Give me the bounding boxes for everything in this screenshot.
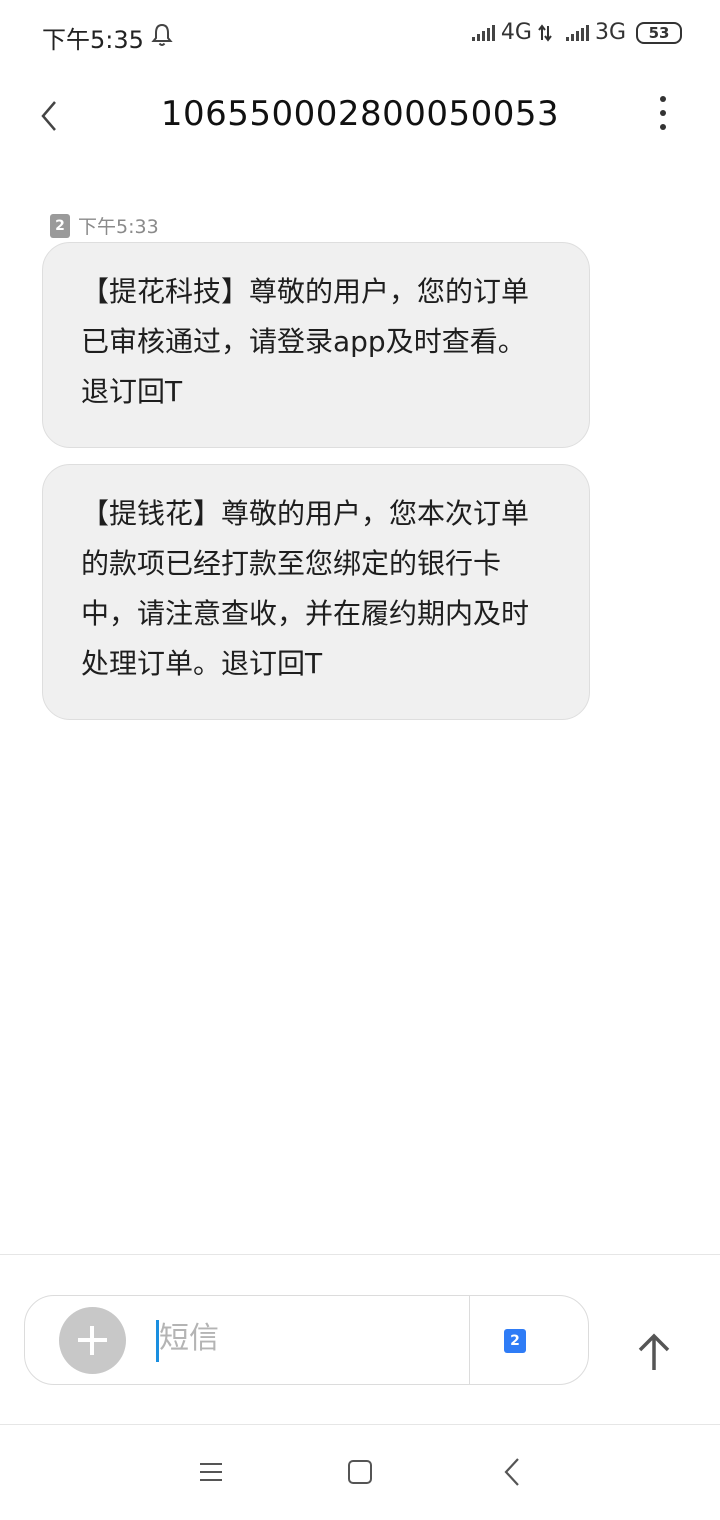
- nav-back-icon[interactable]: [503, 1457, 521, 1487]
- network-type-1: 4G: [500, 20, 532, 45]
- status-bar: 下午5:35 4G 3G 53: [0, 0, 720, 70]
- message-time: 下午5:33: [78, 216, 159, 238]
- send-up-arrow-icon[interactable]: [632, 1330, 676, 1374]
- battery-level: 53: [648, 23, 670, 42]
- signal-strength-icon: [471, 24, 495, 41]
- data-transfer-icon: [538, 23, 552, 42]
- conversation-header: 106550002800050053: [0, 80, 720, 152]
- network-type-2: 3G: [594, 20, 626, 45]
- battery-icon: 53: [636, 21, 682, 44]
- message-meta: 2 下午5:33: [50, 212, 159, 239]
- add-attachment-button[interactable]: [59, 1307, 126, 1374]
- divider: [469, 1296, 470, 1384]
- system-nav-bar: [0, 1425, 720, 1520]
- status-time: 下午5:35: [42, 26, 144, 54]
- menu-icon[interactable]: [199, 1461, 223, 1483]
- conversation-title: 106550002800050053: [160, 94, 560, 134]
- divider: [0, 1254, 720, 1255]
- bell-icon: [151, 23, 173, 46]
- message-bubble[interactable]: 【提花科技】尊敬的用户，您的订单已审核通过，请登录app及时查看。退订回T: [42, 242, 590, 448]
- sim-card-icon: 2: [50, 213, 70, 238]
- status-indicators: 4G 3G 53: [471, 20, 682, 45]
- home-square-icon[interactable]: [348, 1460, 372, 1484]
- message-bubble[interactable]: 【提钱花】尊敬的用户，您本次订单的款项已经打款至您绑定的银行卡中，请注意查收，并…: [42, 464, 590, 720]
- sms-input[interactable]: 短信: [159, 1316, 219, 1362]
- message-composer: 短信 2: [24, 1295, 589, 1385]
- more-vertical-icon[interactable]: [656, 96, 670, 136]
- sim-select-button[interactable]: 2: [504, 1329, 526, 1353]
- signal-strength-icon-2: [565, 24, 589, 41]
